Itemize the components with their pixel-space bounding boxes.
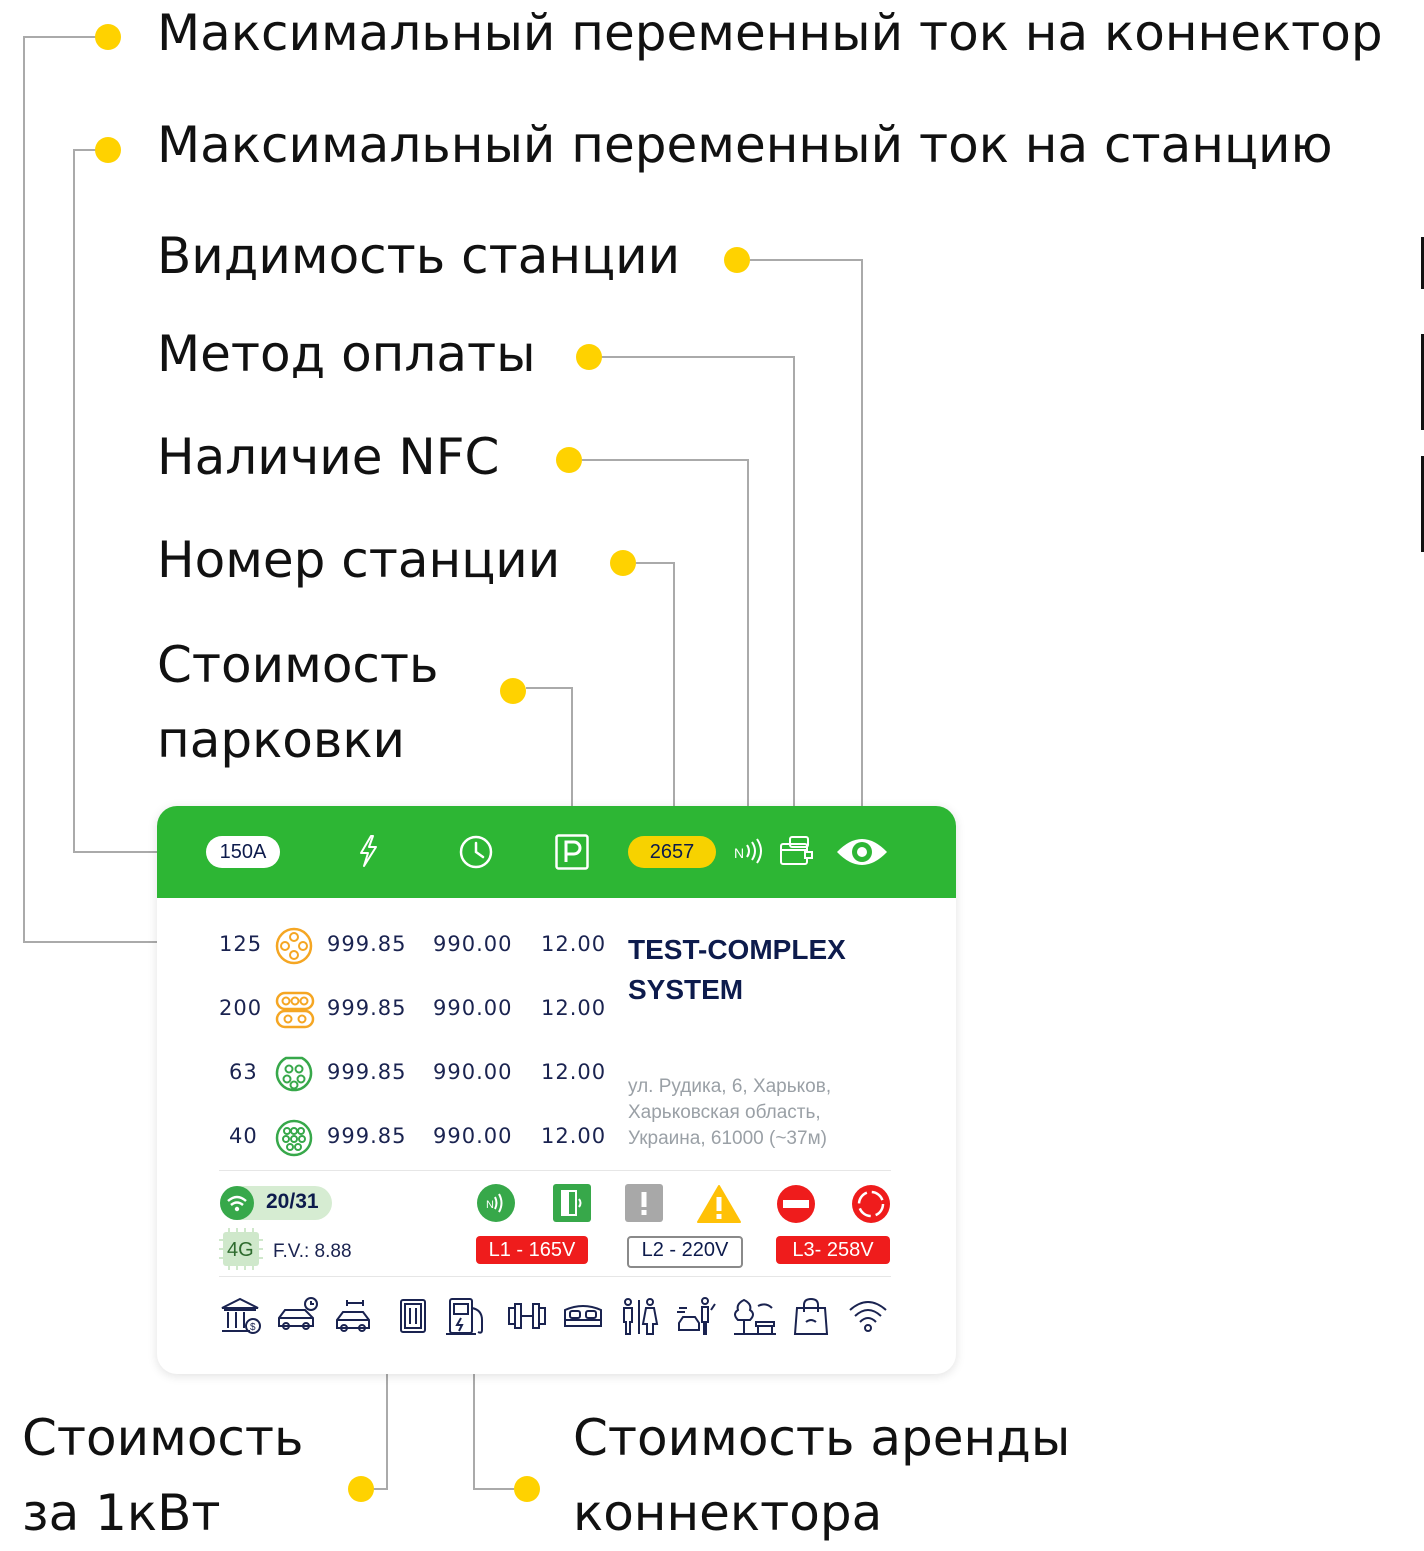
connector-rent: 990.00 bbox=[433, 1124, 513, 1148]
callout-dot bbox=[556, 447, 582, 473]
card-header: 150A 2657 N bbox=[157, 806, 956, 898]
wifi-signal-icon bbox=[220, 1186, 254, 1220]
connector-ccs-orange-icon bbox=[275, 927, 313, 965]
bank-icon: $ bbox=[221, 1297, 261, 1334]
parking-cost: 12.00 bbox=[541, 1060, 607, 1084]
connector-rent: 990.00 bbox=[433, 1060, 513, 1084]
callout-number: Номер станции bbox=[157, 531, 561, 589]
price-per-kwh: 999.85 bbox=[327, 1060, 407, 1084]
signal-value: 20/31 bbox=[266, 1190, 319, 1213]
callout-kwh-1: Стоимость bbox=[22, 1409, 304, 1467]
toilet-icon bbox=[623, 1298, 659, 1335]
callout-dot bbox=[95, 137, 121, 163]
connector-row[interactable]: 200 999.85 990.00 12.00 bbox=[157, 990, 627, 1030]
menu-icon bbox=[400, 1299, 426, 1333]
connector-current: 125 bbox=[219, 932, 263, 956]
callout-dot bbox=[95, 24, 121, 50]
connector-gbt-green-icon bbox=[275, 1119, 313, 1157]
network-type: 4G bbox=[227, 1239, 254, 1261]
line-nfc bbox=[582, 459, 749, 836]
gym-icon bbox=[508, 1303, 546, 1329]
callout-dot bbox=[348, 1476, 374, 1502]
nfc-status-icon: N bbox=[477, 1184, 515, 1222]
hotel-icon bbox=[564, 1305, 602, 1327]
callout-visibility: Видимость станции bbox=[157, 227, 681, 285]
alert-grey-icon bbox=[625, 1184, 663, 1222]
connector-rent: 990.00 bbox=[433, 932, 513, 956]
callout-dot bbox=[610, 550, 636, 576]
phase-l3: L3- 258V bbox=[776, 1236, 890, 1264]
connector-row[interactable]: 63 999.85 990.00 12.00 bbox=[157, 1054, 627, 1094]
price-per-kwh: 999.85 bbox=[327, 996, 407, 1020]
callout-nfc: Наличие NFC bbox=[157, 428, 500, 486]
clock-icon bbox=[459, 835, 493, 869]
line-payment bbox=[600, 356, 795, 836]
callout-payment: Метод оплаты bbox=[157, 325, 536, 383]
callout-station-current: Максимальный переменный ток на станцию bbox=[157, 116, 1333, 174]
parking-cost: 12.00 bbox=[541, 932, 607, 956]
parking-cost: 12.00 bbox=[541, 996, 607, 1020]
wifi-icon bbox=[849, 1301, 887, 1332]
connector-type2-green-icon bbox=[275, 1056, 313, 1092]
car-wash-icon bbox=[677, 1297, 716, 1335]
svg-text:N: N bbox=[486, 1199, 494, 1211]
park-icon bbox=[734, 1298, 776, 1335]
connector-current: 40 bbox=[229, 1124, 258, 1148]
svg-text:N: N bbox=[734, 845, 744, 861]
car-wait-icon bbox=[278, 1297, 318, 1330]
max-current-badge: 150A bbox=[206, 836, 280, 868]
lightning-icon bbox=[360, 835, 377, 867]
signal-badge: 20/31 bbox=[220, 1186, 332, 1220]
station-address: ул. Рудика, 6, Харьков, Харьковская обла… bbox=[628, 1076, 832, 1149]
warning-icon bbox=[697, 1185, 741, 1223]
callout-dot bbox=[500, 678, 526, 704]
divider bbox=[219, 1276, 891, 1277]
phase-l2: L2 - 220V bbox=[627, 1236, 743, 1268]
phase-l1: L1 - 165V bbox=[476, 1236, 588, 1264]
connector-row[interactable]: 40 999.85 990.00 12.00 bbox=[157, 1118, 627, 1158]
fuel-station-icon bbox=[446, 1298, 483, 1335]
shop-icon bbox=[793, 1297, 829, 1335]
parking-cost: 12.00 bbox=[541, 1124, 607, 1148]
connector-current: 63 bbox=[229, 1060, 258, 1084]
callout-dot bbox=[576, 344, 602, 370]
callout-parking-2: парковки bbox=[157, 711, 406, 769]
callout-connector-current: Максимальный переменный ток на коннектор bbox=[157, 4, 1383, 62]
price-per-kwh: 999.85 bbox=[327, 1124, 407, 1148]
callout-rent-2: коннектора bbox=[573, 1484, 883, 1542]
station-number-badge: 2657 bbox=[628, 836, 716, 868]
callout-dot bbox=[514, 1476, 540, 1502]
nfc-icon: N bbox=[734, 838, 762, 864]
price-per-kwh: 999.85 bbox=[327, 932, 407, 956]
callout-kwh-2: за 1кВт bbox=[22, 1484, 221, 1542]
callout-rent-1: Стоимость аренды bbox=[573, 1409, 1071, 1467]
svg-text:$: $ bbox=[250, 1322, 256, 1333]
line-number bbox=[636, 562, 675, 836]
callout-parking-1: Стоимость bbox=[157, 636, 439, 694]
no-entry-icon bbox=[777, 1185, 815, 1223]
wallet-icon bbox=[780, 836, 813, 865]
connector-row[interactable]: 125 999.85 990.00 12.00 bbox=[157, 926, 627, 966]
divider bbox=[219, 1170, 891, 1171]
eye-icon[interactable] bbox=[835, 834, 889, 870]
error-ring-icon bbox=[852, 1185, 890, 1223]
connector-current: 200 bbox=[219, 996, 263, 1020]
parking-icon bbox=[555, 834, 589, 870]
connector-rent: 990.00 bbox=[433, 996, 513, 1020]
door-status-icon bbox=[553, 1184, 591, 1222]
line-visibility bbox=[750, 259, 863, 832]
callout-dot bbox=[724, 247, 750, 273]
connector-chademo-orange-icon bbox=[275, 991, 315, 1029]
firmware-version: F.V.: 8.88 bbox=[273, 1241, 352, 1262]
car-service-icon bbox=[336, 1300, 370, 1332]
station-card[interactable]: 150A 2657 N 125 999.85 990.00 12.00 200 … bbox=[157, 806, 956, 1374]
station-name: TEST-COMPLEX SYSTEM bbox=[628, 934, 846, 1005]
